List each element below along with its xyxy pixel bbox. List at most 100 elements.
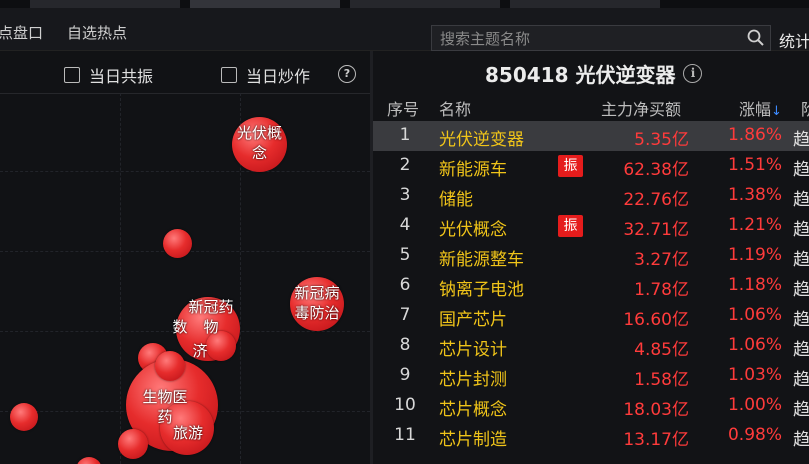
sector-title-bar: 850418 光伏逆变器 i: [485, 59, 703, 88]
row-trend-link[interactable]: 趋: [793, 155, 809, 180]
speculation-checkbox[interactable]: 当日炒作: [221, 63, 310, 87]
row-change-pct: 1.03%: [727, 365, 782, 385]
row-change-pct: 1.21%: [727, 215, 782, 235]
help-icon[interactable]: ?: [338, 65, 356, 83]
row-trend-link[interactable]: 趋: [793, 365, 809, 390]
top-tab[interactable]: [350, 0, 500, 8]
col-stage[interactable]: 阶: [801, 96, 809, 120]
resonance-checkbox[interactable]: 当日共振: [64, 63, 153, 87]
tab-watchlist-hotspots[interactable]: 自选热点: [67, 22, 127, 43]
topic-bubble[interactable]: [118, 429, 148, 459]
row-trend-link[interactable]: 趋: [793, 185, 809, 210]
checkbox-box[interactable]: [221, 67, 237, 83]
col-change-pct[interactable]: 涨幅↓: [739, 96, 782, 120]
table-row[interactable]: 4 光伏概念 振 32.71亿 1.21% 趋: [373, 211, 809, 241]
table-row[interactable]: 6 钠离子电池 1.78亿 1.18% 趋: [373, 271, 809, 301]
table-row[interactable]: 2 新能源车 振 62.38亿 1.51% 趋: [373, 151, 809, 181]
row-trend-link[interactable]: 趋: [793, 245, 809, 270]
row-sector-name[interactable]: 芯片概念: [439, 395, 507, 420]
resonance-label: 当日共振: [89, 67, 154, 86]
table-row[interactable]: 8 芯片设计 4.85亿 1.06% 趋: [373, 331, 809, 361]
row-net-buy: 16.60亿: [623, 310, 689, 330]
col-name[interactable]: 名称: [439, 96, 471, 120]
row-net-buy: 13.17亿: [623, 430, 689, 450]
search-icon[interactable]: [746, 28, 766, 48]
table-row[interactable]: 11 芯片制造 13.17亿 0.98% 趋: [373, 421, 809, 451]
row-net-buy: 22.76亿: [623, 190, 689, 210]
table-row[interactable]: 5 新能源整车 3.27亿 1.19% 趋: [373, 241, 809, 271]
top-tab[interactable]: [30, 0, 180, 8]
search-box: [431, 25, 771, 51]
bubble-label-tourism: 旅游: [172, 424, 203, 442]
row-sector-name[interactable]: 光伏概念: [439, 215, 507, 240]
topic-bubble[interactable]: [10, 403, 38, 431]
row-sector-name[interactable]: 芯片制造: [439, 425, 507, 450]
bubble-label-ji: 济: [192, 342, 208, 360]
row-change-pct: 0.98%: [727, 425, 782, 445]
row-trend-link[interactable]: 趋: [793, 425, 809, 450]
row-trend-link[interactable]: 趋: [793, 395, 809, 420]
col-main-net-buy[interactable]: 主力净买额: [601, 96, 681, 120]
topic-bubble[interactable]: [76, 457, 102, 464]
sector-title: 850418 光伏逆变器: [485, 63, 676, 87]
table-row[interactable]: 10 芯片概念 18.03亿 1.00% 趋: [373, 391, 809, 421]
row-index: 1: [399, 125, 411, 145]
related-sectors-panel: 850418 光伏逆变器 i 序号 名称 主力净买额 涨幅↓ 阶 1 光伏逆变器 5…: [373, 51, 809, 464]
row-sector-name[interactable]: 新能源车: [439, 155, 507, 180]
bubble-label-biomedicine: 生物医 药: [142, 388, 188, 426]
row-change-pct: 1.38%: [727, 185, 782, 205]
bubble-label-pv-concept: 光伏概 念: [236, 124, 282, 162]
resonance-badge: 振: [558, 155, 583, 177]
grid-line: [120, 93, 121, 464]
row-change-pct: 1.06%: [727, 335, 782, 355]
table-row[interactable]: 7 国产芯片 16.60亿 1.06% 趋: [373, 301, 809, 331]
row-change-pct: 1.18%: [727, 275, 782, 295]
top-tab-active[interactable]: [190, 0, 340, 8]
row-trend-link[interactable]: 趋: [793, 125, 809, 150]
row-sector-name[interactable]: 新能源整车: [439, 245, 524, 270]
row-trend-link[interactable]: 趋: [793, 215, 809, 240]
stats-button[interactable]: 统计: [779, 28, 809, 52]
topic-bubble[interactable]: [163, 229, 192, 258]
table-row[interactable]: 1 光伏逆变器 5.35亿 1.86% 趋: [373, 121, 809, 151]
row-sector-name[interactable]: 国产芯片: [439, 305, 507, 330]
row-sector-name[interactable]: 储能: [439, 185, 473, 210]
row-index: 7: [399, 305, 411, 325]
row-index: 5: [399, 245, 411, 265]
info-icon[interactable]: i: [683, 64, 703, 83]
row-net-buy: 5.35亿: [634, 130, 689, 150]
row-sector-name[interactable]: 钠离子电池: [439, 275, 524, 300]
row-trend-link[interactable]: 趋: [793, 275, 809, 300]
row-change-pct: 1.86%: [727, 125, 782, 145]
row-change-pct: 1.00%: [727, 395, 782, 415]
checkbox-box[interactable]: [64, 67, 80, 83]
sort-desc-icon[interactable]: ↓: [771, 104, 782, 119]
grid-line: [0, 171, 370, 172]
row-trend-link[interactable]: 趋: [793, 335, 809, 360]
bubble-chart-panel: 当日共振 当日炒作 ? 光伏概 念 新冠病 毒防治 新冠药 物 数 济 生物医 …: [0, 51, 370, 464]
row-index: 10: [394, 395, 416, 415]
tab-pankou[interactable]: 点盘口: [0, 22, 43, 43]
row-sector-name[interactable]: 芯片设计: [439, 335, 507, 360]
col-index[interactable]: 序号: [387, 96, 419, 120]
row-net-buy: 18.03亿: [623, 400, 689, 420]
speculation-label: 当日炒作: [246, 67, 311, 86]
resonance-badge: 振: [558, 215, 583, 237]
row-sector-name[interactable]: 光伏逆变器: [439, 125, 524, 150]
row-index: 3: [399, 185, 411, 205]
row-index: 9: [399, 365, 411, 385]
row-sector-name[interactable]: 芯片封测: [439, 365, 507, 390]
bubble-label-shu: 数: [172, 318, 188, 336]
row-change-pct: 1.06%: [727, 305, 782, 325]
row-trend-link[interactable]: 趋: [793, 305, 809, 330]
row-net-buy: 62.38亿: [623, 160, 689, 180]
row-net-buy: 3.27亿: [634, 250, 689, 270]
table-row[interactable]: 3 储能 22.76亿 1.38% 趋: [373, 181, 809, 211]
row-index: 6: [399, 275, 411, 295]
table-header: 序号 名称 主力净买额 涨幅↓ 阶: [373, 93, 809, 121]
row-net-buy: 4.85亿: [634, 340, 689, 360]
top-tab[interactable]: [510, 0, 660, 8]
table-row[interactable]: 9 芯片封测 1.58亿 1.03% 趋: [373, 361, 809, 391]
search-input[interactable]: [438, 28, 742, 50]
topic-bubble[interactable]: [155, 351, 185, 381]
